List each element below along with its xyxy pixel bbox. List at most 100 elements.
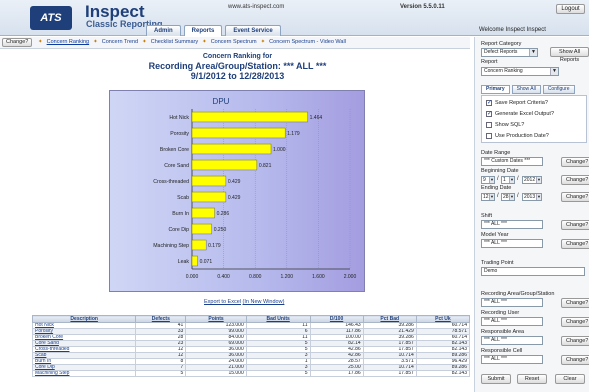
- end-date-change-button[interactable]: Change?: [561, 192, 589, 202]
- criteria-panel: Report Category Defect Reports ▼ Show Al…: [474, 37, 589, 392]
- date-separator: /: [517, 176, 519, 182]
- beginning-date-label: Beginning Date: [481, 168, 519, 174]
- data-label: 0.429: [228, 195, 241, 201]
- bar: [191, 239, 207, 251]
- column-header[interactable]: Description: [31, 315, 137, 323]
- breadcrumb: ✦ Concern Ranking ✦ Concern Trend ✦ Checklist…: [38, 39, 346, 45]
- recording-area-field[interactable]: *** ALL ***: [481, 298, 543, 307]
- version-label: Version 5.5.0.11: [400, 4, 445, 10]
- chevron-down-icon: ▼: [489, 194, 494, 200]
- responsible-cell-change-button[interactable]: Change?: [561, 355, 589, 365]
- responsible-area-field[interactable]: *** ALL ***: [481, 336, 543, 345]
- column-header[interactable]: Bad Units: [245, 315, 311, 323]
- end-month-select[interactable]: 12 ▼: [481, 193, 495, 201]
- breadcrumb-item[interactable]: Concern Ranking: [47, 39, 90, 45]
- data-label: 1.464: [310, 115, 323, 121]
- date-separator: /: [517, 193, 519, 199]
- date-range-field[interactable]: *** Custom Dates ***: [481, 157, 543, 166]
- site-url[interactable]: www.ats-inspect.com: [228, 4, 284, 10]
- concern-link[interactable]: Machining Step: [31, 370, 137, 377]
- trading-point-field[interactable]: Demo: [481, 267, 585, 276]
- criteria-tab[interactable]: Primary: [481, 85, 510, 94]
- report-select[interactable]: Concern Ranking ▼: [481, 67, 559, 76]
- column-header[interactable]: Defects: [135, 315, 187, 323]
- begin-day-select[interactable]: 1 ▼: [501, 176, 515, 184]
- tab-event-service[interactable]: Event Service: [225, 25, 281, 36]
- shift-label: Shift: [481, 213, 493, 219]
- bar: [191, 255, 198, 267]
- x-tick-label: 0.800: [249, 274, 262, 280]
- recording-user-change-button[interactable]: Change?: [561, 317, 589, 327]
- breadcrumb-item[interactable]: Checklist Summary: [151, 39, 198, 45]
- trading-point-label: Trading Point: [481, 260, 514, 266]
- option-checkbox[interactable]: [486, 133, 492, 139]
- x-tick-label: 2.000: [344, 274, 357, 280]
- tab-admin[interactable]: Admin: [146, 25, 181, 36]
- bar: [191, 143, 272, 155]
- model-year-label: Model Year: [481, 232, 509, 238]
- option-row: Use Production Date?: [486, 133, 549, 139]
- responsible-area-change-button[interactable]: Change?: [561, 336, 589, 346]
- star-icon: ✦: [38, 39, 43, 45]
- breadcrumb-item[interactable]: Concern Spectrum - Video Wall: [269, 39, 346, 45]
- clear-button[interactable]: Clear: [555, 374, 585, 384]
- table-cell: 17.857: [362, 370, 417, 377]
- report-category-select[interactable]: Defect Reports ▼: [481, 48, 538, 57]
- begin-year-select[interactable]: 2012 ▼: [522, 176, 542, 184]
- data-label: 0.821: [259, 163, 272, 169]
- option-label: Generate Excel Output?: [495, 111, 555, 117]
- reset-button[interactable]: Reset: [517, 374, 547, 384]
- date-separator: /: [497, 193, 499, 199]
- begin-month-select[interactable]: 9 ▼: [481, 176, 495, 184]
- report-category-value: Defect Reports: [484, 49, 518, 55]
- tab-reports[interactable]: Reports: [183, 25, 223, 36]
- data-label: 0.179: [208, 243, 221, 249]
- date-range-change-button[interactable]: Change?: [561, 157, 589, 167]
- recording-user-field[interactable]: *** ALL ***: [481, 317, 543, 326]
- table-cell: 5: [245, 370, 311, 377]
- model-year-change-button[interactable]: Change?: [561, 239, 589, 249]
- chevron-down-icon: ▼: [536, 177, 541, 183]
- recording-area-change-button[interactable]: Change?: [561, 298, 589, 308]
- column-header[interactable]: Points: [185, 315, 247, 323]
- new-window-link[interactable]: (In New Window): [243, 299, 285, 305]
- column-header[interactable]: Pct Uk: [415, 315, 471, 323]
- logout-button[interactable]: Logout: [556, 4, 585, 14]
- change-report-button[interactable]: Change?: [2, 38, 33, 47]
- column-header[interactable]: Pct Bad: [362, 315, 417, 323]
- option-row: Save Report Criteria?: [486, 99, 548, 106]
- criteria-tab[interactable]: Configure: [542, 85, 575, 94]
- shift-field[interactable]: *** ALL ***: [481, 220, 543, 229]
- show-all-reports-button[interactable]: Show All Reports: [550, 47, 589, 63]
- table-header-row: Description Defects Points Bad Units D/100 Pc…: [31, 315, 471, 323]
- column-header[interactable]: D/100: [309, 315, 364, 323]
- begin-date-change-button[interactable]: Change?: [561, 175, 589, 185]
- table-cell: 5: [135, 370, 187, 377]
- submit-button[interactable]: Submit: [481, 374, 511, 384]
- end-day-select[interactable]: 28 ▼: [501, 193, 515, 201]
- bar: [191, 223, 212, 235]
- option-checkbox[interactable]: [486, 99, 492, 106]
- breadcrumb-item[interactable]: Concern Trend: [102, 39, 138, 45]
- chevron-down-icon: ▼: [489, 177, 494, 183]
- shift-change-button[interactable]: Change?: [561, 220, 589, 230]
- star-icon: ✦: [93, 39, 98, 45]
- end-month-value: 12: [483, 194, 489, 200]
- report-title-line1: Concern Ranking for: [202, 53, 273, 60]
- breadcrumb-item[interactable]: Concern Spectrum: [211, 39, 257, 45]
- criteria-tab[interactable]: Show All: [511, 85, 541, 94]
- option-checkbox[interactable]: [486, 122, 492, 128]
- export-excel-link[interactable]: Export to Excel: [204, 299, 241, 305]
- option-label: Show SQL?: [495, 122, 525, 128]
- bar: [191, 191, 227, 203]
- responsible-cell-field[interactable]: *** ALL ***: [481, 355, 543, 364]
- bar: [191, 111, 308, 123]
- option-row: Generate Excel Output?: [486, 110, 555, 117]
- model-year-field[interactable]: *** ALL ***: [481, 239, 543, 248]
- option-checkbox[interactable]: [486, 110, 492, 117]
- table-row: Machining Step 5 15.000 5 17.86 17.857 82.143: [31, 370, 471, 377]
- end-year-select[interactable]: 2013 ▼: [522, 193, 542, 201]
- report-date-range: 9/1/2012 to 12/28/2013: [190, 71, 285, 82]
- category-label: Leak: [178, 259, 190, 265]
- report-label: Report: [481, 59, 498, 65]
